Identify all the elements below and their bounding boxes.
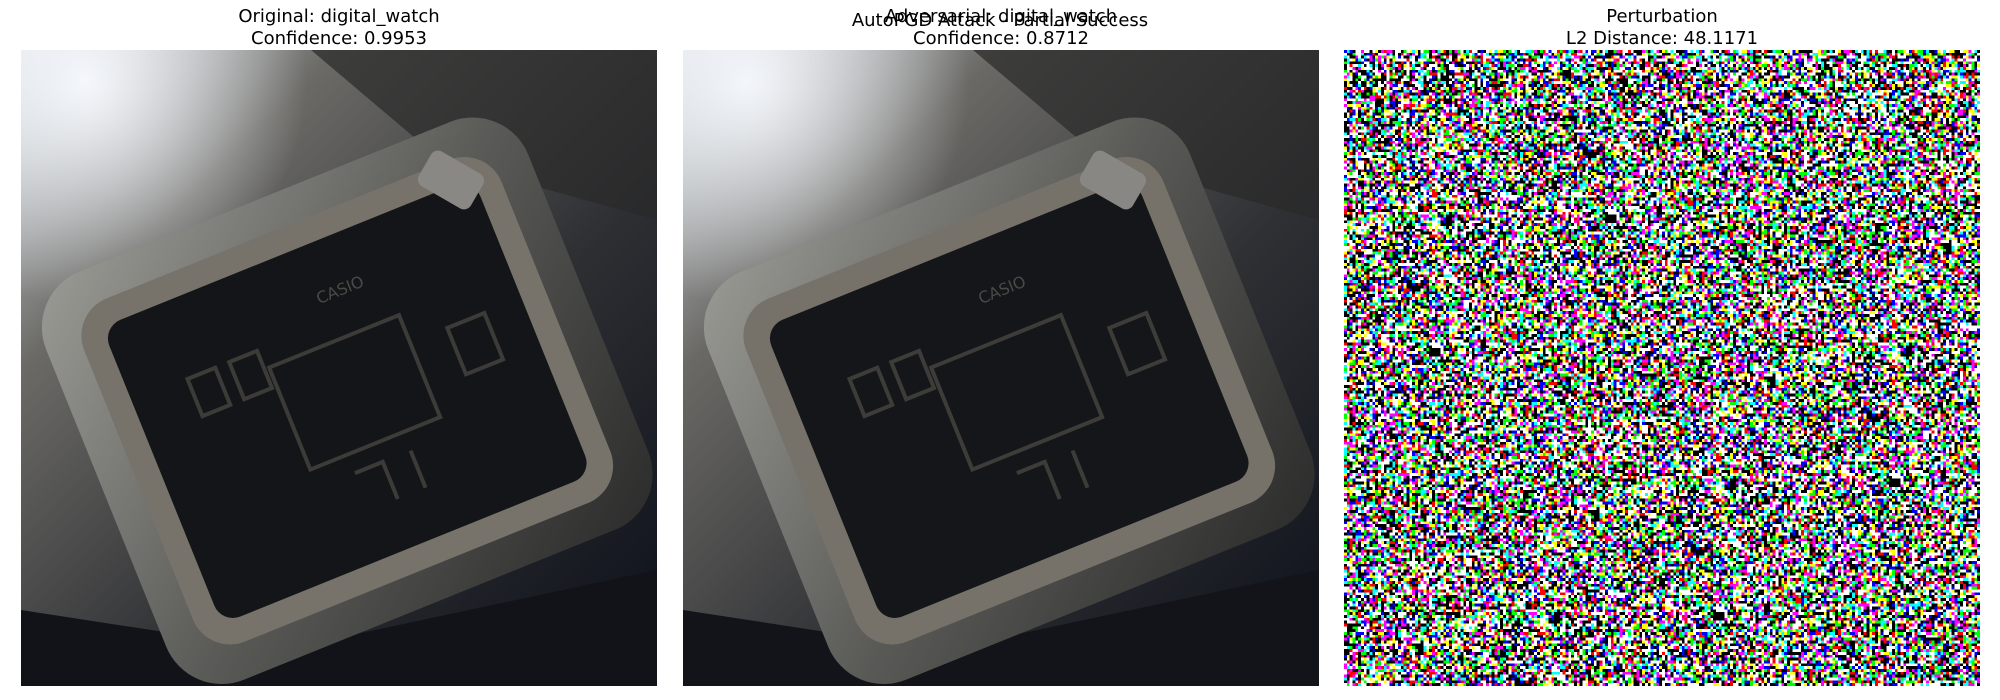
panel-original-confidence: Confidence: 0.9953 <box>251 28 427 49</box>
panel-perturbation-title: Perturbation L2 Distance: 48.1171 <box>1344 6 1980 50</box>
panel-perturbation: Perturbation L2 Distance: 48.1171 <box>1344 0 1980 700</box>
panel-original-title: Original: digital_watch Confidence: 0.99… <box>21 6 657 50</box>
panel-adversarial-confidence: Confidence: 0.8712 <box>913 28 1089 49</box>
panel-adversarial-label: Adversarial: digital_watch <box>884 6 1118 27</box>
panel-perturbation-l2: L2 Distance: 48.1171 <box>1565 28 1759 49</box>
panel-adversarial-title: Adversarial: digital_watch Confidence: 0… <box>683 6 1319 50</box>
panel-adversarial: Adversarial: digital_watch Confidence: 0… <box>683 0 1319 700</box>
panel-original: Original: digital_watch Confidence: 0.99… <box>21 0 657 700</box>
perturbation-image <box>1344 50 1980 686</box>
panel-perturbation-label: Perturbation <box>1606 6 1718 27</box>
original-image: CASIO <box>21 50 657 686</box>
perturbation-noise-canvas <box>1344 50 1980 686</box>
panel-original-label: Original: digital_watch <box>238 6 440 27</box>
adversarial-image: CASIO <box>683 50 1319 686</box>
